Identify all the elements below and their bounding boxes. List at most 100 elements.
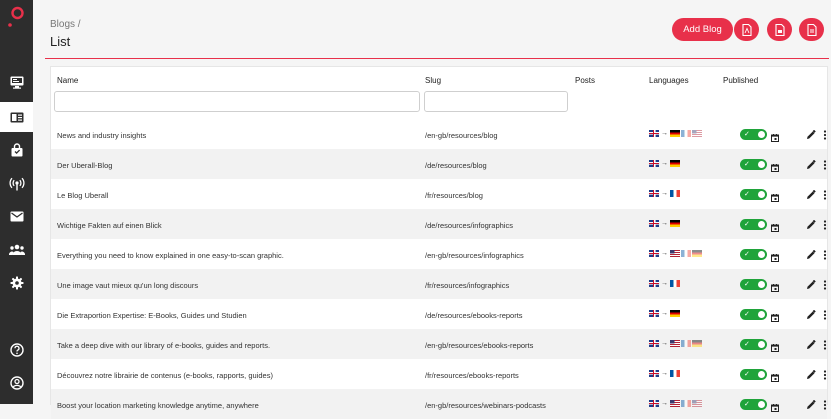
edit-pencil-icon[interactable] [806,367,816,385]
schedule-calendar-icon[interactable] [771,189,779,207]
column-header-name[interactable]: Name [57,76,78,85]
more-options-icon[interactable] [823,337,827,355]
published-toggle[interactable]: ✓ [740,309,767,320]
arrow-right-icon: → [661,310,668,317]
arrow-right-icon: → [661,130,668,137]
table-row[interactable]: Le Blog Uberall/fr/resources/blog → ✓ [51,179,827,209]
language-flags: → [649,310,681,317]
schedule-calendar-icon[interactable] [771,399,779,417]
more-options-icon[interactable] [823,217,827,235]
column-header-languages[interactable]: Languages [649,76,689,85]
schedule-calendar-icon[interactable] [771,249,779,267]
column-header-posts[interactable]: Posts [575,76,595,85]
published-toggle[interactable]: ✓ [740,189,767,200]
edit-pencil-icon[interactable] [806,337,816,355]
export-file-button[interactable] [767,18,792,41]
document-icon [774,23,785,36]
toggle-knob [758,161,765,168]
header-divider [45,58,829,59]
edit-pencil-icon[interactable] [806,307,816,325]
edit-pencil-icon[interactable] [806,157,816,175]
sidebar-item-shop[interactable] [0,136,33,164]
schedule-calendar-icon[interactable] [771,369,779,387]
slug-filter-input[interactable] [424,91,568,112]
schedule-calendar-icon[interactable] [771,159,779,177]
column-header-published[interactable]: Published [723,76,758,85]
column-header-slug[interactable]: Slug [425,76,441,85]
sidebar-item-dashboard[interactable] [0,68,33,96]
published-toggle[interactable]: ✓ [740,399,767,410]
blog-layout-icon [10,112,23,122]
published-toggle[interactable]: ✓ [740,219,767,230]
table-row[interactable]: Découvrez notre librairie de contenus (e… [51,359,827,389]
blog-slug: /de/resources/ebooks-reports [425,311,523,320]
schedule-calendar-icon[interactable] [771,339,779,357]
sidebar-item-locations[interactable] [0,170,33,198]
published-toggle[interactable]: ✓ [740,249,767,260]
table-row[interactable]: Take a deep dive with our library of e-b… [51,329,827,359]
export-document-button[interactable] [799,18,824,41]
blog-name: News and industry insights [57,131,147,140]
schedule-calendar-icon[interactable] [771,129,779,147]
published-toggle[interactable]: ✓ [740,159,767,170]
table-row[interactable]: Everything you need to know explained in… [51,239,827,269]
blog-name: Everything you need to know explained in… [57,251,284,260]
published-toggle[interactable]: ✓ [740,129,767,140]
table-row[interactable]: Une image vaut mieux qu'un long discours… [51,269,827,299]
target-logo-icon[interactable] [0,0,33,40]
toggle-knob [758,131,765,138]
more-options-icon[interactable] [823,247,827,265]
blog-slug: /de/resources/infographics [425,221,513,230]
more-options-icon[interactable] [823,367,827,385]
blog-slug: /fr/resources/ebooks-reports [425,371,519,380]
edit-pencil-icon[interactable] [806,277,816,295]
table-row[interactable]: Der Uberall-Blog/de/resources/blog → ✓ [51,149,827,179]
more-options-icon[interactable] [823,307,827,325]
table-row[interactable]: Wichtige Fakten auf einen Blick/de/resou… [51,209,827,239]
more-options-icon[interactable] [823,277,827,295]
table-row[interactable]: Die Extraportion Expertise: E-Books, Gui… [51,299,827,329]
blog-name: Take a deep dive with our library of e-b… [57,341,271,350]
more-options-icon[interactable] [823,397,827,415]
language-flags: → [649,190,681,197]
sidebar-item-messages[interactable] [0,202,33,230]
sidebar-item-settings[interactable] [0,269,33,297]
flag-fr-icon [681,250,691,257]
breadcrumb[interactable]: Blogs / [50,19,81,30]
sidebar-item-account[interactable] [0,369,33,397]
published-toggle[interactable]: ✓ [740,369,767,380]
more-options-icon[interactable] [823,187,827,205]
sidebar-item-blogs[interactable] [0,102,33,132]
name-filter-input[interactable] [54,91,420,112]
arrow-right-icon: → [661,190,668,197]
published-toggle[interactable]: ✓ [740,339,767,350]
table-row[interactable]: News and industry insights/en-gb/resourc… [51,119,827,149]
schedule-calendar-icon[interactable] [771,309,779,327]
edit-pencil-icon[interactable] [806,247,816,265]
gear-icon [10,276,23,290]
table-row[interactable]: Boost your location marketing knowledge … [51,389,827,419]
blog-name: Die Extraportion Expertise: E-Books, Gui… [57,311,247,320]
published-toggle[interactable]: ✓ [740,279,767,290]
check-icon: ✓ [744,281,750,288]
more-options-icon[interactable] [823,157,827,175]
edit-pencil-icon[interactable] [806,217,816,235]
sidebar-item-users[interactable] [0,236,33,264]
flag-uk-icon [649,190,659,197]
sidebar-item-help[interactable] [0,336,33,364]
language-flags: → [649,280,681,287]
mail-icon [10,211,23,221]
language-flags: → [649,340,703,347]
edit-pencil-icon[interactable] [806,397,816,415]
more-options-icon[interactable] [823,127,827,145]
toggle-knob [758,341,765,348]
add-blog-button[interactable]: Add Blog [672,18,733,41]
schedule-calendar-icon[interactable] [771,219,779,237]
schedule-calendar-icon[interactable] [771,279,779,297]
blogs-table: Name Slug Posts Languages Published News… [50,66,828,419]
export-pdf-button[interactable] [734,18,759,41]
edit-pencil-icon[interactable] [806,127,816,145]
shopping-bag-icon [11,143,22,157]
flag-fr-icon [681,130,691,137]
edit-pencil-icon[interactable] [806,187,816,205]
